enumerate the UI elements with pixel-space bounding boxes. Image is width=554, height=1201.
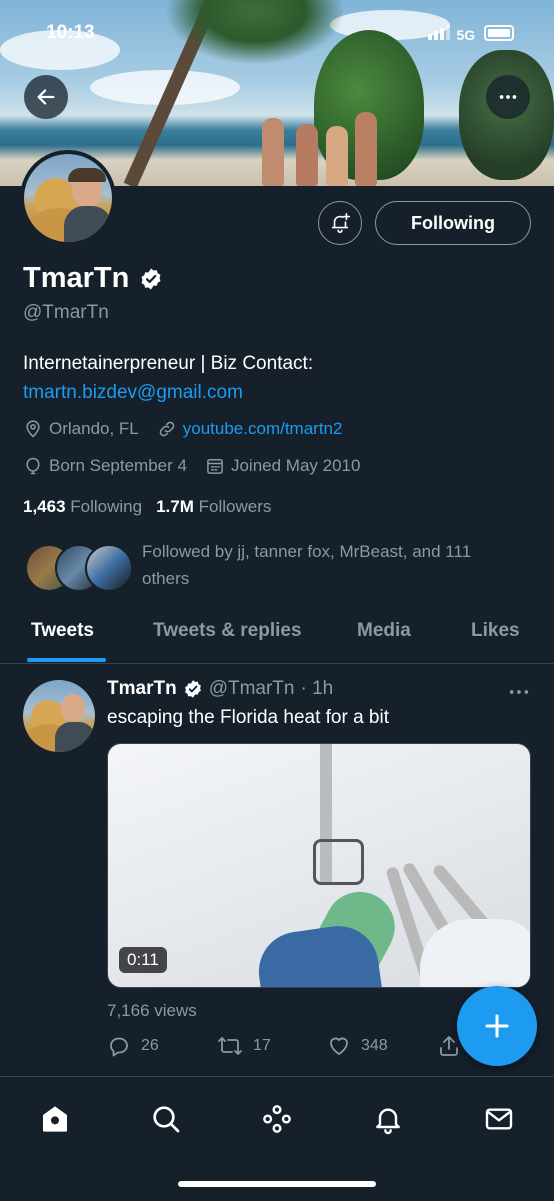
tab-likes[interactable]: Likes bbox=[471, 620, 520, 642]
tab-media[interactable]: Media bbox=[357, 620, 411, 642]
banner-person bbox=[262, 118, 284, 186]
banner-person bbox=[296, 124, 318, 186]
spaces-icon bbox=[263, 1105, 291, 1133]
location-text: Orlando, FL bbox=[49, 419, 139, 438]
profile-bio: Internetainerpreneur | Biz Contact: tmar… bbox=[23, 349, 313, 407]
tweet-author[interactable]: TmarTn bbox=[107, 678, 177, 700]
status-time: 10:13 bbox=[46, 22, 95, 43]
more-icon bbox=[499, 95, 517, 99]
back-button[interactable] bbox=[24, 75, 68, 119]
avatar bbox=[85, 544, 133, 592]
followed-by-text[interactable]: Followed by jj, tanner fox, MrBeast, and… bbox=[142, 538, 522, 592]
banner-person bbox=[326, 126, 348, 186]
notifications-icon bbox=[376, 1108, 400, 1135]
home-icon bbox=[43, 1106, 67, 1132]
tweet-views: 7,166 views bbox=[107, 1001, 197, 1020]
home-indicator bbox=[178, 1181, 376, 1187]
verified-icon bbox=[184, 680, 201, 698]
location: Orlando, FL bbox=[23, 419, 139, 439]
profile-handle: @TmarTn bbox=[23, 302, 109, 323]
birthday: Born September 4 bbox=[23, 456, 187, 476]
profile-meta-row-1: Orlando, FL youtube.com/tmartn2 bbox=[23, 419, 360, 439]
following-count-link[interactable]: 1,463 Following bbox=[23, 497, 142, 517]
lift-basket bbox=[313, 839, 364, 885]
follow-counts: 1,463 Following 1.7M Followers bbox=[23, 497, 271, 517]
search-icon bbox=[153, 1106, 180, 1133]
birthday-text: Born September 4 bbox=[49, 456, 187, 475]
nav-messages[interactable] bbox=[481, 1101, 517, 1137]
location-icon bbox=[26, 420, 40, 438]
bio-text: Internetainerpreneur | Biz Contact: bbox=[23, 353, 314, 374]
man-shape bbox=[61, 694, 85, 722]
reply-icon bbox=[110, 1037, 128, 1057]
battery-icon bbox=[483, 25, 514, 41]
messages-icon bbox=[485, 1108, 513, 1130]
notifications-toggle-button[interactable] bbox=[318, 201, 362, 245]
nav-search[interactable] bbox=[148, 1101, 184, 1137]
tab-tweets-replies[interactable]: Tweets & replies bbox=[153, 620, 302, 642]
retweet-icon bbox=[218, 1037, 242, 1055]
website[interactable]: youtube.com/tmartn2 bbox=[157, 419, 343, 439]
reply-button[interactable]: 26 bbox=[107, 1034, 159, 1058]
followers-label: Followers bbox=[198, 497, 272, 516]
tab-tweets[interactable]: Tweets bbox=[31, 620, 94, 642]
compose-icon bbox=[485, 1014, 509, 1038]
profile-meta-row-2: Born September 4 Joined May 2010 bbox=[23, 456, 378, 476]
back-arrow-icon bbox=[37, 89, 55, 105]
retweet-count: 17 bbox=[253, 1037, 271, 1054]
share-button[interactable] bbox=[437, 1034, 461, 1058]
notification-bell-icon bbox=[331, 213, 350, 233]
joined-text: Joined May 2010 bbox=[230, 456, 361, 475]
tweet-more-button[interactable] bbox=[508, 680, 530, 703]
followed-by-avatars[interactable] bbox=[25, 544, 133, 592]
retweet-button[interactable]: 17 bbox=[217, 1034, 271, 1058]
like-button[interactable]: 348 bbox=[327, 1034, 388, 1058]
profile-name-row: TmarTn bbox=[23, 262, 163, 295]
palm-leaves bbox=[165, 0, 345, 65]
profile-avatar[interactable] bbox=[20, 150, 116, 246]
tweet-handle[interactable]: @TmarTn bbox=[209, 678, 295, 700]
banner-person bbox=[355, 112, 377, 186]
reply-count: 26 bbox=[141, 1037, 159, 1054]
tweet-avatar[interactable] bbox=[23, 680, 95, 752]
nav-notifications[interactable] bbox=[370, 1101, 406, 1137]
calendar-icon bbox=[207, 459, 223, 474]
tweet-time: · 1h bbox=[300, 678, 334, 699]
more-icon bbox=[509, 690, 529, 694]
more-options-button[interactable] bbox=[486, 75, 530, 119]
signal-icon bbox=[428, 25, 456, 44]
hair-shape bbox=[68, 168, 106, 182]
active-tab-indicator bbox=[27, 658, 106, 662]
following-label: Following bbox=[70, 497, 143, 516]
tweet-video[interactable]: 0:11 bbox=[107, 743, 531, 988]
share-icon bbox=[440, 1036, 458, 1056]
network-label: 5G bbox=[456, 27, 476, 43]
profile-tabs: Tweets Tweets & replies Media Likes bbox=[0, 608, 554, 664]
like-icon bbox=[330, 1037, 348, 1055]
shirt-shape bbox=[64, 206, 112, 242]
tweet-header: TmarTn @TmarTn · 1h bbox=[107, 678, 333, 700]
followers-count: 1.7M bbox=[156, 497, 194, 516]
followers-count-link[interactable]: 1.7M Followers bbox=[156, 497, 271, 517]
shirt-shape bbox=[55, 722, 95, 752]
nav-spaces[interactable] bbox=[259, 1101, 295, 1137]
tweet-text: escaping the Florida heat for a bit bbox=[107, 707, 390, 728]
video-duration: 0:11 bbox=[119, 947, 167, 973]
website-link[interactable]: youtube.com/tmartn2 bbox=[183, 419, 343, 439]
nav-home[interactable] bbox=[37, 1101, 73, 1137]
birthday-icon bbox=[26, 457, 40, 475]
compose-tweet-button[interactable] bbox=[457, 986, 537, 1066]
joined: Joined May 2010 bbox=[205, 456, 360, 476]
link-icon bbox=[159, 421, 175, 437]
following-count: 1,463 bbox=[23, 497, 66, 516]
verified-icon bbox=[141, 268, 161, 289]
like-count: 348 bbox=[361, 1037, 388, 1054]
avatar-image bbox=[24, 154, 112, 242]
status-icons: 5G bbox=[428, 25, 528, 45]
following-button[interactable]: Following bbox=[375, 201, 531, 245]
profile-name: TmarTn bbox=[23, 262, 130, 294]
tweet-actions: 26 17 348 bbox=[107, 1034, 467, 1060]
bio-email-link[interactable]: tmartn.bizdev@gmail.com bbox=[23, 378, 313, 407]
